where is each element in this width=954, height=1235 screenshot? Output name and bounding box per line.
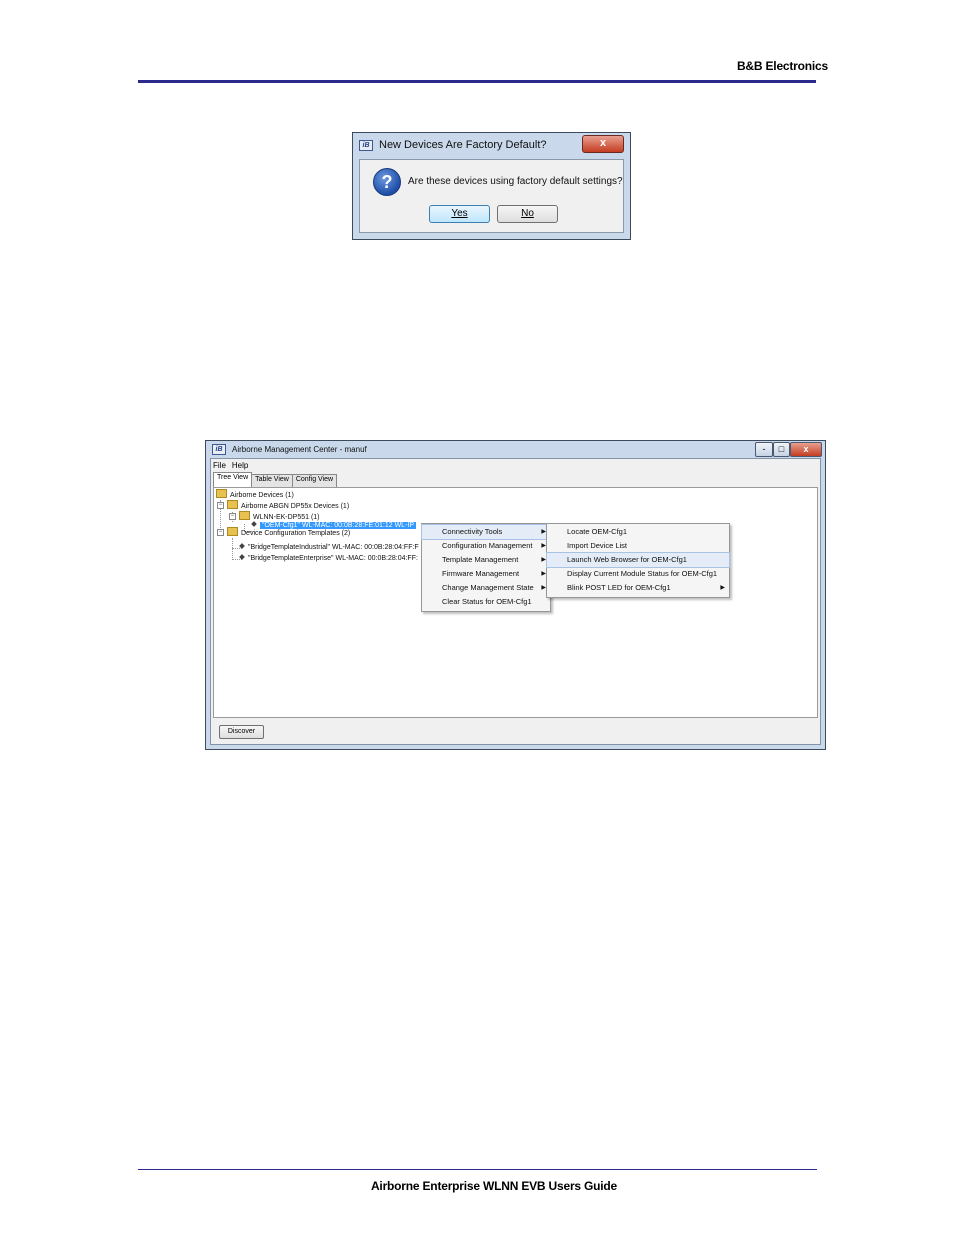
collapse-icon[interactable]: − bbox=[229, 513, 236, 520]
tree-node-label: Airborne ABGN DP55x Devices (1) bbox=[241, 503, 350, 510]
menu-item-template-management[interactable]: Template Management ▶ bbox=[422, 553, 550, 567]
submenu-item-locate[interactable]: Locate OEM-Cfg1 bbox=[547, 525, 729, 539]
folder-icon bbox=[216, 489, 227, 498]
tree-node-label: Device Configuration Templates (2) bbox=[241, 530, 351, 537]
folder-icon bbox=[227, 500, 238, 509]
footer-title: Airborne Enterprise WLNN EVB Users Guide bbox=[370, 1179, 618, 1193]
submenu-arrow-icon: ▶ bbox=[720, 585, 725, 591]
tree-node-template-industrial[interactable]: "BridgeTemplateIndustrial" WL-MAC: 00:0B… bbox=[239, 543, 419, 551]
app-logo-icon: iB bbox=[212, 444, 226, 455]
template-icon bbox=[239, 543, 245, 549]
app-title: Airborne Management Center - manuf bbox=[232, 445, 367, 454]
management-center-window: iB Airborne Management Center - manuf - … bbox=[205, 440, 826, 750]
submenu-item-blink-post-led[interactable]: Blink POST LED for OEM-Cfg1 ▶ bbox=[547, 581, 729, 595]
factory-default-dialog: iB New Devices Are Factory Default? x ? … bbox=[352, 132, 631, 240]
header-brand: B&B Electronics bbox=[736, 59, 828, 73]
device-tree: Airborne Devices (1) − Airborne ABGN DP5… bbox=[213, 487, 818, 718]
tree-line bbox=[232, 538, 233, 560]
tree-node-group[interactable]: Airborne ABGN DP55x Devices (1) bbox=[227, 500, 349, 510]
app-titlebar: iB Airborne Management Center - manuf bbox=[206, 441, 825, 458]
tree-node-label: Airborne Devices (1) bbox=[230, 492, 294, 499]
header-rule bbox=[138, 80, 816, 83]
menu-item-clear-status[interactable]: Clear Status for OEM-Cfg1 bbox=[422, 595, 550, 609]
menu-item-configuration-management[interactable]: Configuration Management ▶ bbox=[422, 539, 550, 553]
menu-item-firmware-management[interactable]: Firmware Management ▶ bbox=[422, 567, 550, 581]
submenu-item-display-module-status[interactable]: Display Current Module Status for OEM-Cf… bbox=[547, 567, 729, 581]
dialog-message: Are these devices using factory default … bbox=[408, 176, 623, 187]
yes-button[interactable]: Yes bbox=[429, 205, 490, 223]
menu-file[interactable]: File bbox=[213, 461, 226, 470]
app-logo-icon: iB bbox=[359, 139, 373, 151]
menu-item-label: Configuration Management bbox=[442, 541, 533, 550]
menu-item-label: Change Management State bbox=[442, 583, 534, 592]
menu-item-label: Clear Status for OEM-Cfg1 bbox=[442, 597, 532, 606]
connectivity-submenu: Locate OEM-Cfg1 Import Device List Launc… bbox=[546, 523, 730, 598]
template-icon bbox=[239, 554, 245, 560]
app-client-area: File Help Tree View Table View Config Vi… bbox=[210, 458, 821, 745]
menu-item-label: Firmware Management bbox=[442, 569, 520, 578]
discover-button[interactable]: Discover bbox=[219, 725, 264, 739]
submenu-item-import-device-list[interactable]: Import Device List bbox=[547, 539, 729, 553]
folder-icon bbox=[227, 527, 238, 536]
tree-node-templates[interactable]: Device Configuration Templates (2) bbox=[227, 527, 350, 537]
device-icon bbox=[251, 521, 257, 527]
tab-tree-view[interactable]: Tree View bbox=[213, 472, 253, 487]
tree-node-template-enterprise[interactable]: "BridgeTemplateEnterprise" WL-MAC: 00:0B… bbox=[239, 554, 418, 562]
menu-item-label: Connectivity Tools bbox=[442, 527, 503, 536]
context-menu: Connectivity Tools ▶ Configuration Manage… bbox=[421, 523, 551, 612]
maximize-button[interactable]: □ bbox=[773, 442, 790, 457]
collapse-icon[interactable]: − bbox=[217, 529, 224, 536]
menu-item-change-management-state[interactable]: Change Management State ▶ bbox=[422, 581, 550, 595]
dialog-body: ? Are these devices using factory defaul… bbox=[359, 159, 624, 233]
submenu-item-launch-web-browser[interactable]: Launch Web Browser for OEM-Cfg1 bbox=[546, 552, 730, 568]
view-tabs: Tree View Table View Config View bbox=[213, 472, 338, 487]
menu-help[interactable]: Help bbox=[232, 461, 248, 470]
menu-bar: File Help bbox=[211, 459, 820, 471]
folder-icon bbox=[239, 511, 250, 520]
tree-node-label: WLNN-EK-DP551 (1) bbox=[253, 514, 320, 521]
dialog-close-button[interactable]: x bbox=[582, 135, 624, 153]
menu-item-label: Template Management bbox=[442, 555, 519, 564]
question-icon: ? bbox=[373, 168, 401, 196]
app-close-button[interactable]: x bbox=[790, 442, 822, 457]
no-button[interactable]: No bbox=[497, 205, 558, 223]
tree-node-label: "BridgeTemplateEnterprise" WL-MAC: 00:0B… bbox=[248, 555, 418, 562]
tree-node-label: "BridgeTemplateIndustrial" WL-MAC: 00:0B… bbox=[248, 544, 419, 551]
tab-table-view[interactable]: Table View bbox=[251, 474, 293, 487]
tab-config-view[interactable]: Config View bbox=[291, 474, 338, 487]
footer-rule bbox=[138, 1169, 817, 1170]
tree-node-model[interactable]: WLNN-EK-DP551 (1) bbox=[239, 511, 320, 521]
collapse-icon[interactable]: − bbox=[217, 502, 224, 509]
menu-item-connectivity-tools[interactable]: Connectivity Tools ▶ bbox=[421, 524, 551, 540]
tree-node-root[interactable]: Airborne Devices (1) bbox=[216, 489, 294, 499]
dialog-title: New Devices Are Factory Default? bbox=[379, 139, 547, 151]
menu-item-label: Blink POST LED for OEM-Cfg1 bbox=[567, 583, 671, 592]
minimize-button[interactable]: - bbox=[755, 442, 773, 457]
bottom-bar: Discover bbox=[211, 720, 820, 744]
